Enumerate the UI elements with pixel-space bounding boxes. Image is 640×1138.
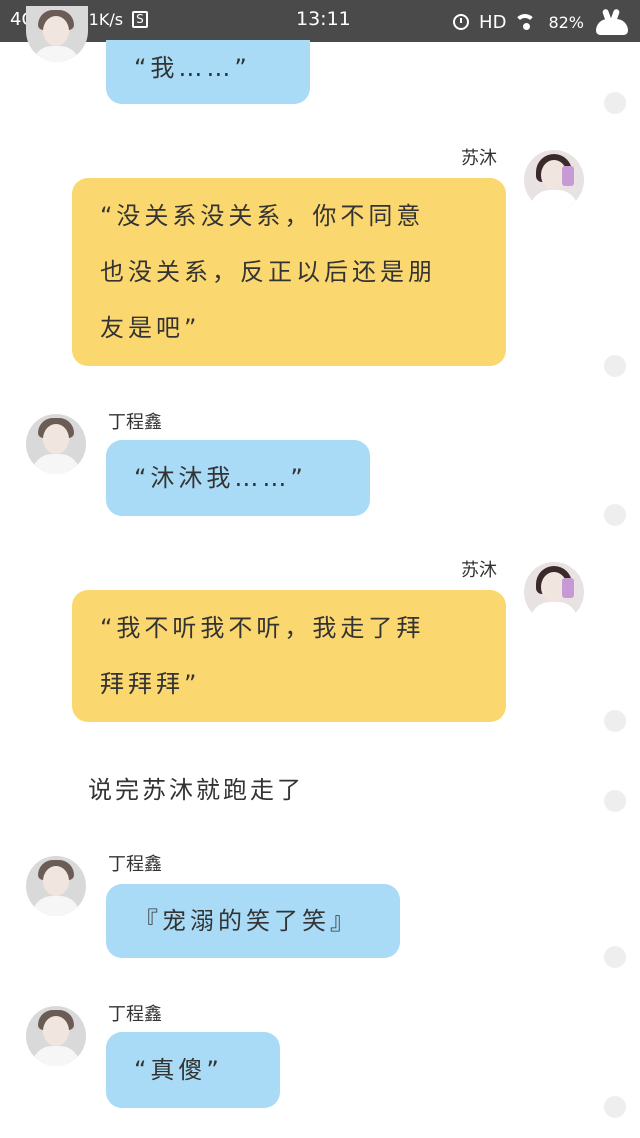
status-dot (604, 946, 626, 968)
hd-indicator: HD (479, 11, 507, 33)
sim-icon: S (132, 11, 148, 28)
status-dot (604, 710, 626, 732)
sender-name: 丁程鑫 (108, 412, 162, 433)
avatar[interactable] (26, 856, 86, 916)
avatar[interactable] (26, 6, 88, 62)
sender-name: 丁程鑫 (108, 854, 162, 875)
avatar[interactable] (26, 414, 86, 474)
bunny-icon (594, 8, 630, 35)
message-bubble[interactable]: “没关系没关系，你不同意 也没关系，反正以后还是朋 友是吧” (72, 178, 506, 366)
status-dot (604, 1096, 626, 1118)
battery-level: 82% (548, 12, 584, 32)
message-bubble[interactable]: “沐沐我……” (106, 440, 370, 516)
sender-name: 苏沐 (461, 148, 497, 169)
sender-name: 丁程鑫 (108, 1004, 162, 1025)
wifi-icon (516, 14, 538, 30)
message-bubble[interactable]: “我……” (106, 40, 310, 104)
sender-name: 苏沐 (461, 560, 497, 581)
avatar[interactable] (524, 150, 584, 210)
clock-time: 13:11 (296, 8, 351, 30)
message-bubble[interactable]: 『宠溺的笑了笑』 (106, 884, 400, 958)
message-bubble[interactable]: “真傻” (106, 1032, 280, 1108)
avatar[interactable] (524, 562, 584, 622)
avatar[interactable] (26, 1006, 86, 1066)
status-dot (604, 790, 626, 812)
message-bubble[interactable]: “我不听我不听，我走了拜 拜拜拜” (72, 590, 506, 722)
alarm-clock-icon (453, 14, 470, 30)
status-bar: 4G 0.1K/s S 13:11 HD 82% (0, 0, 640, 42)
narration-text: 说完苏沐就跑走了 (88, 776, 304, 804)
status-dot (604, 92, 626, 114)
status-dot (604, 355, 626, 377)
status-right: HD 82% (453, 8, 630, 35)
status-dot (604, 504, 626, 526)
